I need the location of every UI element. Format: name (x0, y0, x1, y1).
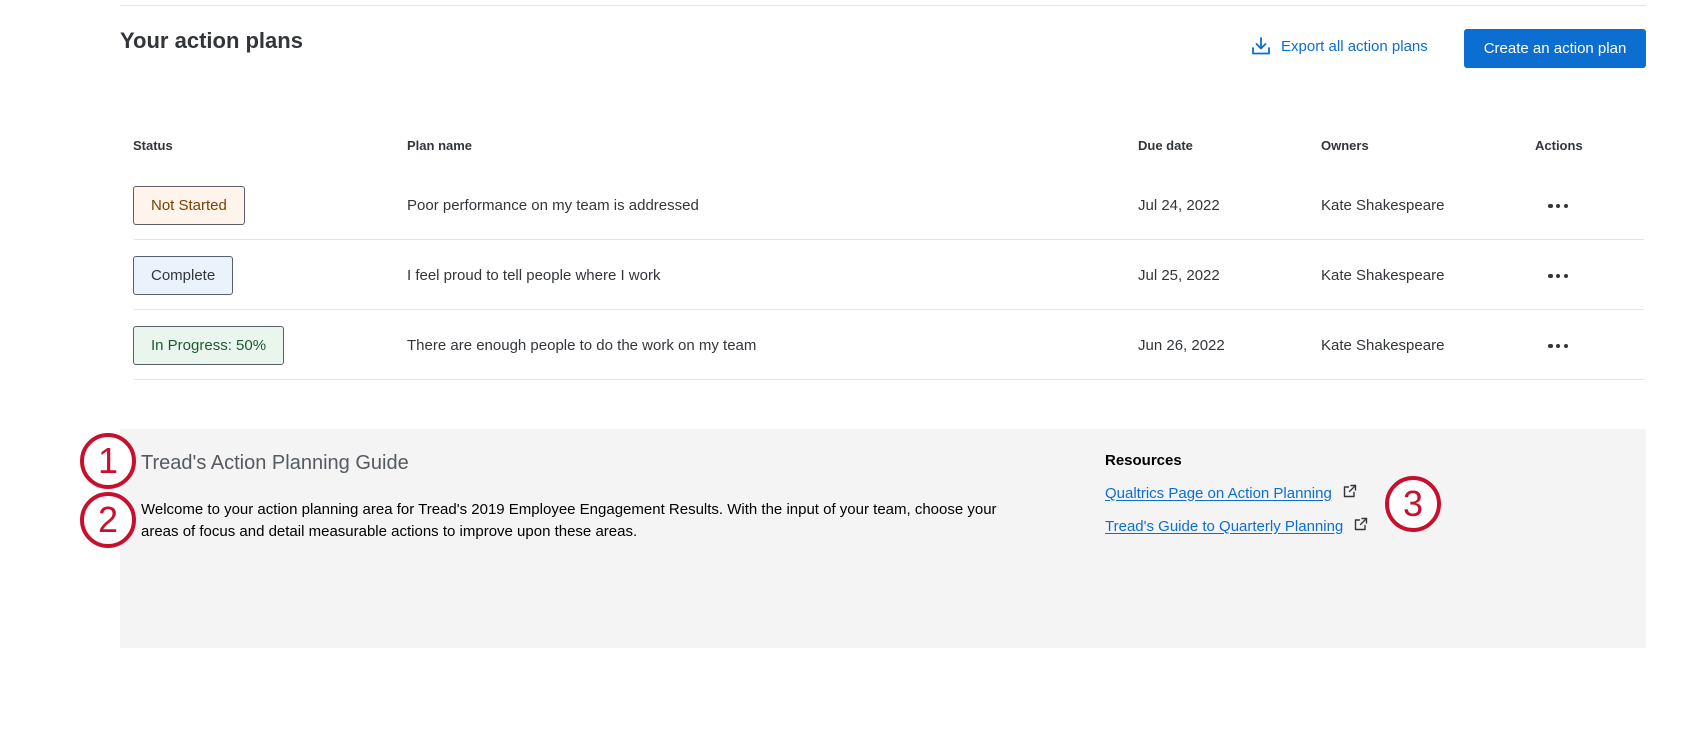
top-divider (120, 5, 1646, 6)
resource-link-label[interactable]: Qualtrics Page on Action Planning (1105, 485, 1332, 502)
more-options-icon[interactable] (1548, 202, 1568, 210)
status-badge: In Progress: 50% (133, 326, 285, 365)
column-header-owners[interactable]: Owners (1321, 138, 1369, 153)
export-all-button[interactable]: Export all action plans (1251, 36, 1428, 56)
plan-name[interactable]: There are enough people to do the work o… (407, 337, 756, 355)
due-date: Jun 26, 2022 (1138, 337, 1225, 354)
more-options-icon[interactable] (1548, 342, 1568, 350)
resource-link-quarterly-planning[interactable]: Tread's Guide to Quarterly Planning (1105, 517, 1368, 535)
create-action-plan-button[interactable]: Create an action plan (1464, 29, 1646, 68)
callout-marker-2: 2 (80, 492, 136, 548)
table-row[interactable]: In Progress: 50% There are enough people… (0, 310, 1700, 380)
resource-link-label[interactable]: Tread's Guide to Quarterly Planning (1105, 518, 1343, 535)
guide-description: Welcome to your action planning area for… (141, 501, 997, 540)
plan-name[interactable]: I feel proud to tell people where I work (407, 267, 660, 285)
owner-name: Kate Shakespeare (1321, 337, 1445, 354)
table-row[interactable]: Complete I feel proud to tell people whe… (0, 240, 1700, 310)
row-divider (134, 379, 1644, 380)
resource-link-action-planning[interactable]: Qualtrics Page on Action Planning (1105, 484, 1357, 502)
status-badge: Complete (133, 256, 234, 295)
table-row[interactable]: Not Started Poor performance on my team … (0, 170, 1700, 240)
owner-name: Kate Shakespeare (1321, 197, 1445, 214)
guide-title: Tread's Action Planning Guide (141, 452, 409, 474)
column-header-plan-name[interactable]: Plan name (407, 138, 472, 153)
table-header: Status Plan name Due date Owners Actions (0, 138, 1700, 158)
column-header-status[interactable]: Status (133, 138, 173, 153)
column-header-actions: Actions (1535, 138, 1583, 153)
callout-marker-3: 3 (1385, 476, 1441, 532)
more-options-icon[interactable] (1548, 272, 1568, 280)
due-date: Jul 25, 2022 (1138, 267, 1220, 284)
export-label: Export all action plans (1281, 37, 1428, 55)
column-header-due-date[interactable]: Due date (1138, 138, 1193, 153)
external-link-icon (1343, 484, 1357, 502)
download-icon (1251, 36, 1271, 56)
page-title: Your action plans (120, 28, 303, 53)
due-date: Jul 24, 2022 (1138, 197, 1220, 214)
external-link-icon (1354, 517, 1368, 535)
plan-name[interactable]: Poor performance on my team is addressed (407, 197, 699, 215)
callout-marker-1: 1 (80, 433, 136, 489)
status-badge: Not Started (133, 186, 245, 225)
owner-name: Kate Shakespeare (1321, 267, 1445, 284)
resources-heading: Resources (1105, 452, 1182, 469)
